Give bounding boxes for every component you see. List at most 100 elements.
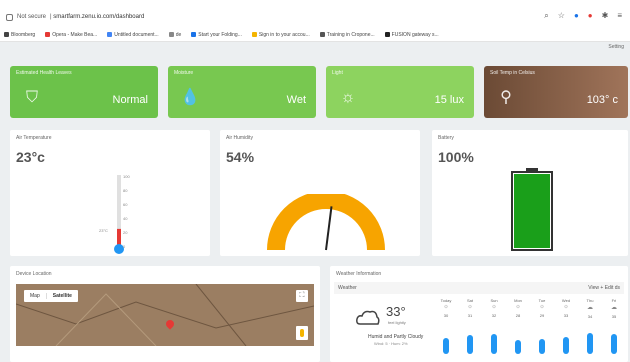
forecast-high: 31 bbox=[467, 313, 473, 318]
url-text: smartfarm.zenu.io.com/dashboard bbox=[53, 14, 145, 20]
browser-toolbar: Not secure | smartfarm.zenu.io.com/dashb… bbox=[0, 0, 630, 28]
forecast-day: Mon ☼ 28 bbox=[508, 298, 528, 354]
forecast-day-name: Today bbox=[440, 298, 452, 303]
forecast-weather-icon: ☼ bbox=[443, 304, 449, 310]
forecast-day-name: Sat bbox=[466, 298, 473, 303]
forecast-day: Wed ☼ 33 bbox=[556, 298, 576, 354]
forecast-days: Today ☼ 30 Sat ☼ 31 Sun ☼ 32 Mon ☼ 28 Tue ☼ 29 Wed ☼ 33 Th… bbox=[436, 298, 626, 358]
extension-icon[interactable]: ● bbox=[588, 11, 593, 21]
zoom-icon[interactable]: ⌕ bbox=[544, 11, 548, 21]
battery-icon bbox=[511, 168, 553, 251]
puzzle-icon[interactable]: ✱ bbox=[602, 11, 609, 21]
forecast-day-name: Tue bbox=[538, 298, 546, 303]
therm-tick: 60 bbox=[123, 202, 128, 207]
forecast-temp-bar bbox=[611, 334, 617, 354]
forecast-day-name: Thu bbox=[586, 298, 594, 303]
map-type-toggle: Map Satellite bbox=[24, 290, 78, 302]
bookmark[interactable]: Sign in to your accou... bbox=[251, 32, 310, 38]
therm-tick: 0 bbox=[123, 244, 126, 249]
bookmark[interactable]: Start your Folding... bbox=[191, 32, 242, 38]
weather-more-link[interactable]: View + Edit ds bbox=[588, 285, 620, 291]
sun-icon: ☼ bbox=[340, 89, 356, 106]
therm-tick: 40 bbox=[123, 216, 128, 221]
forecast-day: Thu ☁ 34 bbox=[580, 298, 600, 354]
bookmark[interactable]: Opera - Make Bea... bbox=[45, 32, 97, 38]
forecast-day: Today ☼ 30 bbox=[436, 298, 456, 354]
setting-link[interactable]: Setting bbox=[608, 44, 624, 50]
forecast-high: 34 bbox=[587, 314, 593, 319]
dashboard: Setting Estimated Health Leaves ⛉ Normal… bbox=[0, 42, 630, 362]
device-location-panel: Device Location Map Satellite ⛶ bbox=[10, 266, 320, 362]
bookmark[interactable]: Untitled document... bbox=[107, 32, 159, 38]
forecast-temp-bar bbox=[563, 337, 569, 354]
weather-temp: 33° bbox=[386, 304, 406, 319]
weather-details: Wind: 5 · Hum: 2% bbox=[374, 341, 408, 346]
street-view-icon[interactable] bbox=[296, 326, 308, 340]
bookmarks-bar: Bloomberg Opera - Make Bea... Untitled d… bbox=[0, 28, 630, 42]
therm-tick: 20 bbox=[123, 230, 128, 235]
forecast-temp-bar bbox=[587, 333, 593, 354]
forecast-day: Fri ☁ 35 bbox=[604, 298, 624, 354]
forecast-high: 35 bbox=[611, 314, 617, 319]
extension-icon[interactable]: ● bbox=[574, 11, 579, 21]
air-humidity-panel: Air Humidity 54% bbox=[220, 130, 420, 256]
gauge-needle bbox=[325, 206, 333, 251]
forecast-weather-icon: ☼ bbox=[491, 304, 497, 310]
bookmark[interactable]: de bbox=[168, 32, 181, 38]
forecast-day-name: Fri bbox=[611, 298, 617, 303]
forecast-high: 33 bbox=[563, 313, 569, 318]
forecast-temp-bar bbox=[443, 338, 449, 354]
forecast-high: 30 bbox=[443, 313, 449, 318]
weather-header: Weather View + Edit ds bbox=[334, 282, 624, 294]
forecast-temp-bar bbox=[491, 334, 497, 354]
health-card: Estimated Health Leaves ⛉ Normal bbox=[10, 66, 158, 118]
bookmark[interactable]: Training in Cropone... bbox=[319, 32, 375, 38]
battery-value: 100% bbox=[438, 149, 474, 165]
air-temperature-panel: Air Temperature 23°c 100 80 60 40 20 0 2… bbox=[10, 130, 210, 256]
forecast-weather-icon: ☁ bbox=[611, 305, 617, 311]
weather-condition: Humid and Partly Cloudy bbox=[368, 334, 424, 340]
fullscreen-icon[interactable]: ⛶ bbox=[296, 290, 308, 302]
weather-city: Weather bbox=[338, 285, 357, 291]
forecast-weather-icon: ☼ bbox=[515, 304, 521, 310]
forecast-day-name: Wed bbox=[561, 298, 571, 303]
forecast-day: Sat ☼ 31 bbox=[460, 298, 480, 354]
forecast-weather-icon: ☼ bbox=[563, 304, 569, 310]
forecast-day: Tue ☼ 29 bbox=[532, 298, 552, 354]
leaf-shield-icon: ⛉ bbox=[25, 89, 38, 106]
soil-temp-card: Soil Temp in Celsius ⚲ 103° c bbox=[484, 66, 628, 118]
air-temperature-value: 23°c bbox=[16, 149, 45, 165]
moisture-card: Moisture 💧 Wet bbox=[168, 66, 316, 118]
location-map[interactable]: Map Satellite ⛶ bbox=[16, 284, 314, 346]
air-humidity-value: 54% bbox=[226, 149, 255, 165]
weather-temp-sub: feel lightly bbox=[388, 320, 406, 325]
star-icon[interactable]: ☆ bbox=[558, 11, 565, 21]
address-bar[interactable]: Not secure | smartfarm.zenu.io.com/dashb… bbox=[6, 8, 526, 26]
forecast-temp-bar bbox=[467, 335, 473, 354]
menu-icon[interactable]: ≡ bbox=[617, 11, 622, 21]
forecast-day: Sun ☼ 32 bbox=[484, 298, 504, 354]
therm-tick: 80 bbox=[123, 188, 128, 193]
thermometer-gauge: 100 80 60 40 20 0 23°C bbox=[99, 174, 130, 254]
forecast-temp-bar bbox=[515, 340, 521, 354]
forecast-day-name: Sun bbox=[490, 298, 498, 303]
forecast-high: 32 bbox=[491, 313, 497, 318]
forecast-weather-icon: ☼ bbox=[539, 304, 545, 310]
bookmark[interactable]: FUSION gateway s... bbox=[384, 32, 439, 38]
forecast-day-name: Mon bbox=[514, 298, 522, 303]
forecast-high: 28 bbox=[515, 313, 521, 318]
cloud-icon bbox=[356, 310, 380, 325]
battery-panel: Battery 100% bbox=[432, 130, 628, 256]
humidity-gauge bbox=[267, 194, 385, 251]
map-tab[interactable]: Map bbox=[24, 293, 46, 299]
bookmark[interactable]: Bloomberg bbox=[4, 32, 35, 38]
therm-tick: 100 bbox=[123, 174, 130, 179]
satellite-tab[interactable]: Satellite bbox=[45, 293, 78, 299]
water-drop-icon: 💧 bbox=[180, 89, 200, 106]
light-card: Light ☼ 15 lux bbox=[326, 66, 474, 118]
thermometer-icon: ⚲ bbox=[500, 89, 512, 106]
info-icon[interactable] bbox=[6, 13, 13, 21]
security-label: Not secure bbox=[17, 14, 47, 20]
forecast-weather-icon: ☼ bbox=[467, 304, 473, 310]
forecast-temp-bar bbox=[539, 339, 545, 354]
